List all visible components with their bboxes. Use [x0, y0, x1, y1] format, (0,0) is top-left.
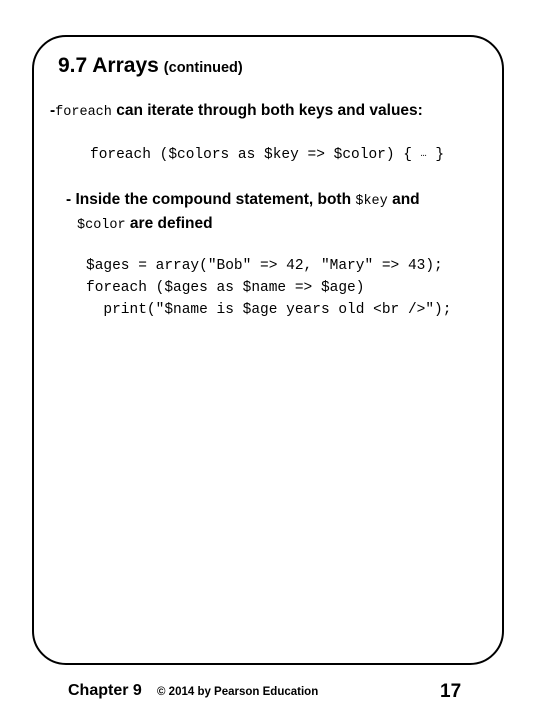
bullet-item-label-before: Inside the compound statement, both	[71, 191, 356, 208]
bullet-item-second-line: $color are defined	[77, 214, 496, 236]
code-line-2: foreach ($ages as $name => $age)	[86, 280, 365, 296]
code-block-ages-example: $ages = array("Bob" => 42, "Mary" => 43)…	[86, 255, 451, 321]
inline-code-foreach: foreach	[55, 105, 112, 120]
page-title-main: 9.7 Arrays	[58, 54, 159, 77]
slide-content-frame: 9.7 Arrays (continued) -foreach can itera…	[32, 35, 504, 665]
bullet-item-label-middle: and	[387, 191, 420, 208]
code-sample-foreach-signature: foreach ($colors as $key => $color) { … …	[90, 147, 444, 163]
footer-page-number: 17	[440, 681, 462, 702]
page-title: 9.7 Arrays (continued)	[58, 54, 243, 78]
code-sample-after: }	[426, 147, 445, 163]
bullet-item-compound-statement: - Inside the compound statement, both $k…	[66, 190, 496, 236]
bullet-item-foreach-intro: -foreach can iterate through both keys a…	[50, 101, 423, 123]
bullet-item-label-after: are defined	[125, 215, 213, 232]
code-line-1: $ages = array("Bob" => 42, "Mary" => 43)…	[86, 258, 443, 274]
page-title-sub: (continued)	[163, 60, 243, 76]
inline-code-key-variable: $key	[355, 194, 388, 209]
inline-code-color-variable: $color	[77, 218, 126, 233]
bullet-item-label: can iterate through both keys and values…	[111, 102, 423, 119]
code-sample-before: foreach ($colors as $key => $color) {	[90, 147, 421, 163]
footer-copyright-notice: © 2014 by Pearson Education	[157, 686, 319, 698]
slide-footer: Chapter 9 © 2014 by Pearson Education 17	[0, 681, 540, 712]
footer-chapter-label: Chapter 9	[68, 682, 142, 699]
code-line-3: print("$name is $age years old <br />");	[86, 302, 452, 318]
